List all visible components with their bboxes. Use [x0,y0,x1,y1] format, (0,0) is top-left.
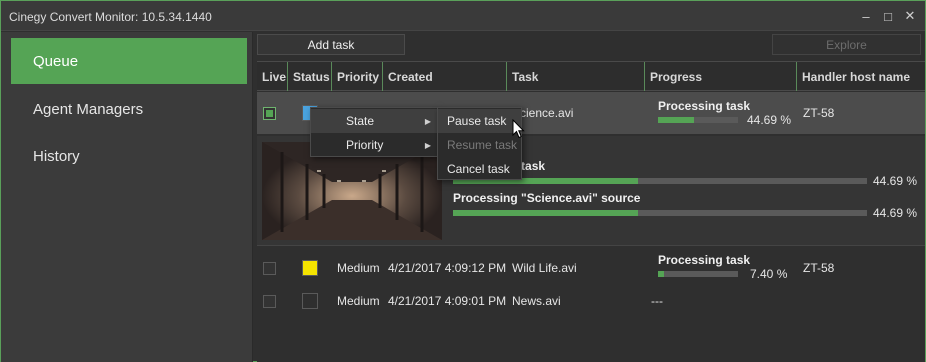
app-window: Cinegy Convert Monitor: 10.5.34.1440 – □… [0,0,926,362]
context-menu: State ▶ Priority ▶ [310,107,438,157]
progress-bar [658,117,738,123]
column-header-priority[interactable]: Priority [332,62,383,91]
handler-host: ZT-58 [803,261,835,275]
priority-value: Medium [337,294,380,308]
menu-item-label: Cancel task [447,162,510,176]
grid-header: Live Status Priority Created Task Progre… [257,61,925,91]
live-checkbox[interactable] [263,107,276,120]
detail-progress-bar-fill [453,210,639,216]
progress-title: Processing task [658,99,751,113]
explore-button[interactable]: Explore [772,34,921,55]
task-name: News.avi [512,294,561,308]
status-indicator [302,260,318,276]
table-row[interactable]: Medium 4/21/2017 4:09:01 PM News.avi --- [257,288,925,316]
add-task-button[interactable]: Add task [257,34,405,55]
priority-value: Medium [337,261,380,275]
live-checkbox[interactable] [263,295,276,308]
handler-host: ZT-58 [803,106,835,120]
close-icon[interactable]: ✕ [901,7,919,25]
sidebar-item-label: Agent Managers [33,100,144,118]
task-name: Wild Life.avi [512,261,577,275]
queue-panel: Add task Explore Live Status Priority Cr… [257,32,925,362]
sidebar-item-label: History [33,147,80,165]
maximize-icon[interactable]: □ [879,7,897,25]
window-title: Cinegy Convert Monitor: 10.5.34.1440 [9,10,212,24]
sidebar: Queue Agent Managers History [1,32,253,362]
detail-progress-title: Processing "Science.avi" source [453,191,641,205]
created-value: 4/21/2017 4:09:12 PM [388,261,507,275]
menu-item-state[interactable]: State ▶ [311,109,437,133]
column-header-task[interactable]: Task [507,62,645,91]
minimize-icon[interactable]: – [857,7,875,25]
table-row[interactable]: Medium 4/21/2017 4:09:12 PM Wild Life.av… [257,250,925,286]
column-header-status[interactable]: Status [288,62,332,91]
state-submenu: Pause task Resume task Cancel task [437,107,522,180]
progress-title: Processing task [658,253,751,267]
menu-item-pause-task[interactable]: Pause task [438,109,521,133]
column-header-live[interactable]: Live [257,62,288,91]
column-header-progress[interactable]: Progress [645,62,797,91]
progress-text: --- [651,294,663,308]
progress-bar [658,271,738,277]
menu-item-label: Pause task [447,114,507,128]
menu-item-resume-task[interactable]: Resume task [438,133,521,157]
status-indicator [302,293,318,309]
created-value: 4/21/2017 4:09:01 PM [388,294,507,308]
progress-percent: 44.69 % [747,113,792,127]
progress-bar-fill [658,117,694,123]
detail-progress-percent: 44.69 % [873,206,918,220]
live-checkbox[interactable] [263,262,276,275]
column-header-handler[interactable]: Handler host name [797,62,925,91]
mouse-cursor-icon [512,119,525,139]
title-bar: Cinegy Convert Monitor: 10.5.34.1440 – □… [1,1,925,31]
sidebar-item-queue[interactable]: Queue [11,38,247,84]
menu-item-label: Priority [346,138,384,152]
sidebar-item-label: Queue [33,52,79,70]
sidebar-item-agent-managers[interactable]: Agent Managers [11,86,247,132]
menu-item-cancel-task[interactable]: Cancel task [438,157,521,181]
menu-item-label: Resume task [447,138,518,152]
progress-percent: 7.40 % [750,267,788,281]
toolbar: Add task Explore [257,32,925,60]
progress-bar-fill [658,271,664,277]
sidebar-item-history[interactable]: History [11,133,247,179]
detail-progress-percent: 44.69 % [873,174,918,188]
submenu-arrow-icon: ▶ [424,116,431,126]
detail-progress-bar [453,210,867,216]
window-controls: – □ ✕ [857,7,919,25]
menu-item-priority[interactable]: Priority ▶ [311,133,437,157]
menu-item-label: State [346,114,375,128]
submenu-arrow-icon: ▶ [424,140,431,150]
column-header-created[interactable]: Created [383,62,507,91]
